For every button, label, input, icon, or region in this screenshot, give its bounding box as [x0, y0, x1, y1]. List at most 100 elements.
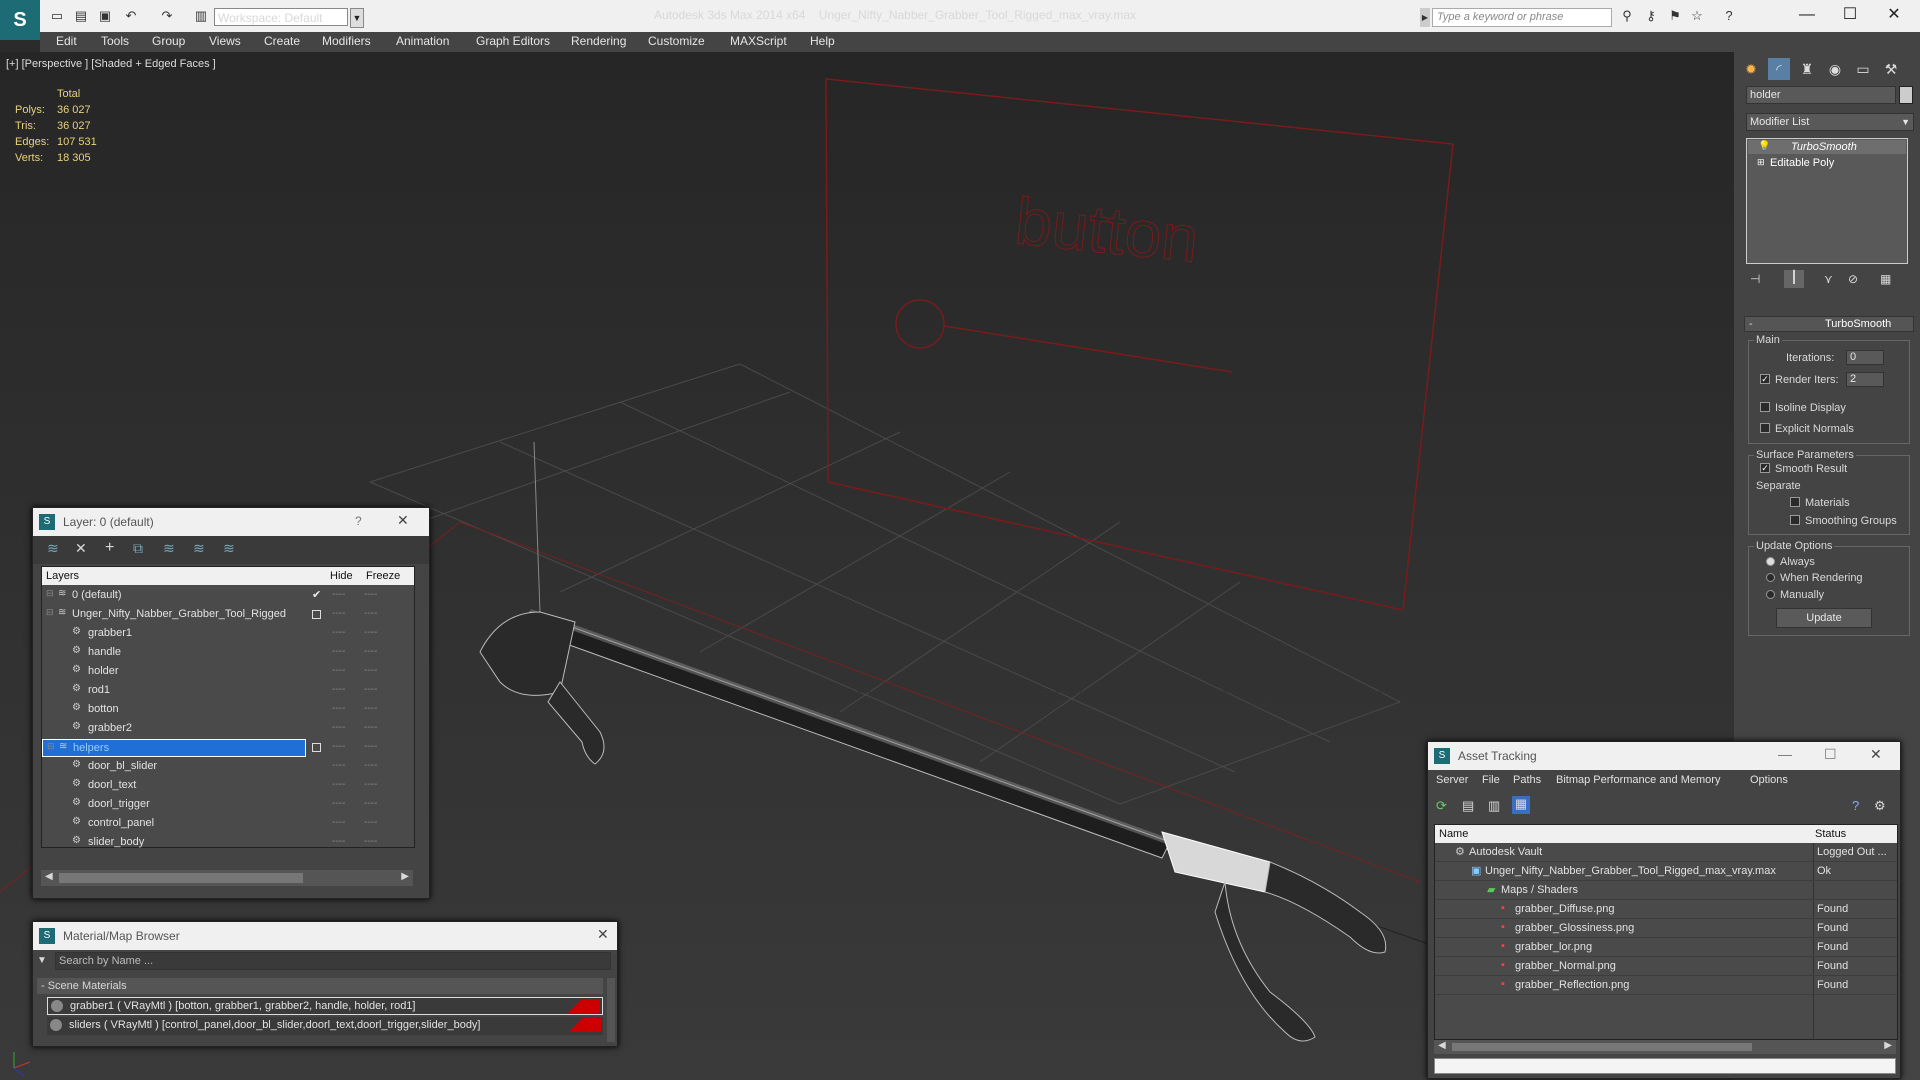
freeze-toggle[interactable]: ---- — [364, 703, 377, 714]
freeze-toggle[interactable]: ---- — [364, 741, 377, 752]
utilities-tab-icon[interactable]: ⚒ — [1880, 58, 1902, 80]
material-browser-titlebar[interactable]: Material/Map Browser — [33, 922, 617, 950]
help-icon[interactable]: ? — [1852, 798, 1859, 813]
scroll-thumb[interactable] — [1452, 1043, 1752, 1051]
menu-server[interactable]: Server — [1436, 774, 1468, 786]
make-unique-icon[interactable]: ⋎ — [1824, 272, 1833, 286]
save-file-icon[interactable]: ▣ — [96, 8, 114, 24]
set-project-icon[interactable]: ▥ — [192, 8, 210, 24]
app-menu-icon[interactable]: S — [0, 0, 40, 40]
hide-toggle[interactable]: ---- — [332, 836, 345, 847]
layer-name-cell[interactable]: ⚙ grabber1 — [42, 625, 306, 643]
close-icon[interactable]: ✕ — [1874, 2, 1914, 28]
smooth-result-checkbox[interactable]: ✓ — [1760, 463, 1770, 473]
freeze-column-header[interactable]: Freeze — [366, 570, 400, 582]
menu-bitmap-performance[interactable]: Bitmap Performance and Memory — [1556, 774, 1720, 786]
material-search-input[interactable]: Search by Name ... — [55, 952, 611, 970]
menu-views[interactable]: Views — [209, 34, 241, 48]
hide-toggle[interactable]: ---- — [332, 627, 345, 638]
hide-toggle[interactable]: ---- — [332, 684, 345, 695]
render-iters-checkbox[interactable]: ✓ — [1760, 374, 1770, 384]
expand-plus-icon[interactable]: ⊞ — [1757, 157, 1765, 168]
menu-options[interactable]: Options — [1750, 774, 1788, 786]
freeze-all-icon[interactable]: ≋ — [223, 540, 235, 557]
motion-tab-icon[interactable]: ◉ — [1824, 58, 1846, 80]
workspace-dropdown-arrow-icon[interactable]: ▼ — [350, 8, 364, 28]
layer-row[interactable]: ⚙ grabber1 ---- ---- — [42, 625, 414, 643]
close-icon[interactable]: ✕ — [597, 926, 609, 943]
pin-stack-icon[interactable]: ⊣ — [1750, 272, 1760, 286]
workspace-dropdown[interactable]: Workspace: Default — [214, 8, 348, 26]
asset-row[interactable]: ⚙ Autodesk Vault Logged Out ... — [1435, 844, 1897, 862]
create-tab-icon[interactable]: ✹ — [1740, 58, 1762, 80]
search-input[interactable]: Type a keyword or phrase — [1432, 8, 1612, 27]
layer-name-cell[interactable]: ⚙ holder — [42, 663, 306, 681]
undo-icon[interactable]: ↶ — [122, 8, 140, 24]
make-current-box-icon[interactable] — [312, 610, 321, 619]
hide-toggle[interactable]: ---- — [332, 665, 345, 676]
layer-horizontal-scrollbar[interactable]: ◀ ▶ — [41, 870, 413, 886]
update-button[interactable]: Update — [1776, 608, 1872, 628]
freeze-toggle[interactable]: ---- — [364, 665, 377, 676]
material-scrollbar[interactable] — [607, 978, 615, 1042]
configure-modifier-sets-icon[interactable]: ▦ — [1880, 272, 1891, 286]
highlight-layer-icon[interactable]: ≋ — [163, 540, 175, 557]
layer-name-cell[interactable]: ⚙ door_bl_slider — [42, 758, 306, 776]
browser-options-icon[interactable]: ▼ — [37, 955, 47, 966]
layer-name-cell[interactable]: ⚙ doorl_text — [42, 777, 306, 795]
search-expand-icon[interactable]: ▶ — [1420, 8, 1430, 27]
layer-row[interactable]: ⚙ botton ---- ---- — [42, 701, 414, 719]
status-column-header[interactable]: Status — [1815, 828, 1846, 840]
object-color-swatch[interactable] — [1899, 86, 1913, 104]
hide-toggle[interactable]: ---- — [332, 646, 345, 657]
freeze-toggle[interactable]: ---- — [364, 779, 377, 790]
menu-customize[interactable]: Customize — [648, 34, 705, 48]
modify-tab-icon[interactable]: ◜ — [1768, 58, 1790, 80]
freeze-toggle[interactable]: ---- — [364, 646, 377, 657]
freeze-toggle[interactable]: ---- — [364, 627, 377, 638]
scroll-thumb[interactable] — [59, 873, 303, 883]
freeze-toggle[interactable]: ---- — [364, 722, 377, 733]
hide-toggle[interactable]: ---- — [332, 608, 345, 619]
hide-toggle[interactable]: ---- — [332, 589, 345, 600]
layer-row[interactable]: ⚙ holder ---- ---- — [42, 663, 414, 681]
menu-file[interactable]: File — [1482, 774, 1500, 786]
minimize-icon[interactable]: — — [1787, 2, 1827, 28]
layer-name-cell[interactable]: ⊟ ≋ helpers — [42, 739, 306, 757]
list-view-icon[interactable]: ▤ — [1462, 798, 1474, 814]
layer-row[interactable]: ⊟ ≋ helpers ---- ---- — [42, 739, 414, 757]
layer-row[interactable]: ⚙ slider_body ---- ---- — [42, 834, 414, 852]
menu-create[interactable]: Create — [264, 34, 300, 48]
asset-path-field[interactable] — [1434, 1058, 1896, 1074]
viewport-label-menu[interactable]: [+] [Perspective ] [Shaded + Edged Faces… — [6, 58, 216, 70]
menu-graph-editors[interactable]: Graph Editors — [476, 34, 550, 48]
name-column-header[interactable]: Name — [1439, 828, 1468, 840]
table-view-icon[interactable]: ▦ — [1512, 796, 1530, 814]
layer-row[interactable]: ⊟ ≋ Unger_Nifty_Nabber_Grabber_Tool_Rigged… — [42, 606, 414, 624]
layer-row[interactable]: ⚙ doorl_trigger ---- ---- — [42, 796, 414, 814]
layer-row[interactable]: ⚙ control_panel ---- ---- — [42, 815, 414, 833]
hide-toggle[interactable]: ---- — [332, 703, 345, 714]
redo-icon[interactable]: ↷ — [158, 8, 176, 24]
help-button[interactable]: ? — [355, 514, 362, 528]
menu-maxscript[interactable]: MAXScript — [730, 34, 787, 48]
asset-horizontal-scrollbar[interactable]: ◀ ▶ — [1434, 1040, 1896, 1054]
hide-toggle[interactable]: ---- — [332, 760, 345, 771]
hide-all-icon[interactable]: ≋ — [193, 540, 205, 557]
layer-name-cell[interactable]: ⊟ ≋ Unger_Nifty_Nabber_Grabber_Tool_Rigged — [42, 606, 306, 624]
modifier-list-dropdown[interactable]: Modifier List ▼ — [1746, 113, 1914, 131]
layer-name-cell[interactable]: ⚙ handle — [42, 644, 306, 662]
layer-name-cell[interactable]: ⚙ doorl_trigger — [42, 796, 306, 814]
key-icon[interactable]: ⚷ — [1642, 8, 1660, 24]
layer-name-cell[interactable]: ⚙ control_panel — [42, 815, 306, 833]
new-layer-icon[interactable]: ≋ — [47, 540, 59, 557]
layer-dialog-titlebar[interactable]: Layer: 0 (default) — [33, 508, 429, 536]
hide-column-header[interactable]: Hide — [330, 570, 353, 582]
material-item[interactable]: grabber1 ( VRayMtl ) [botton, grabber1, … — [47, 997, 603, 1015]
asset-row[interactable]: ▪ grabber_Glossiness.png Found — [1435, 920, 1897, 938]
layers-column-header[interactable]: Layers — [46, 570, 79, 582]
settings-icon[interactable]: ⚙ — [1874, 798, 1886, 814]
menu-help[interactable]: Help — [810, 34, 835, 48]
stack-item-turbosmooth[interactable]: 💡 TurboSmooth — [1748, 140, 1906, 154]
scene-materials-header[interactable]: - Scene Materials — [37, 978, 603, 994]
